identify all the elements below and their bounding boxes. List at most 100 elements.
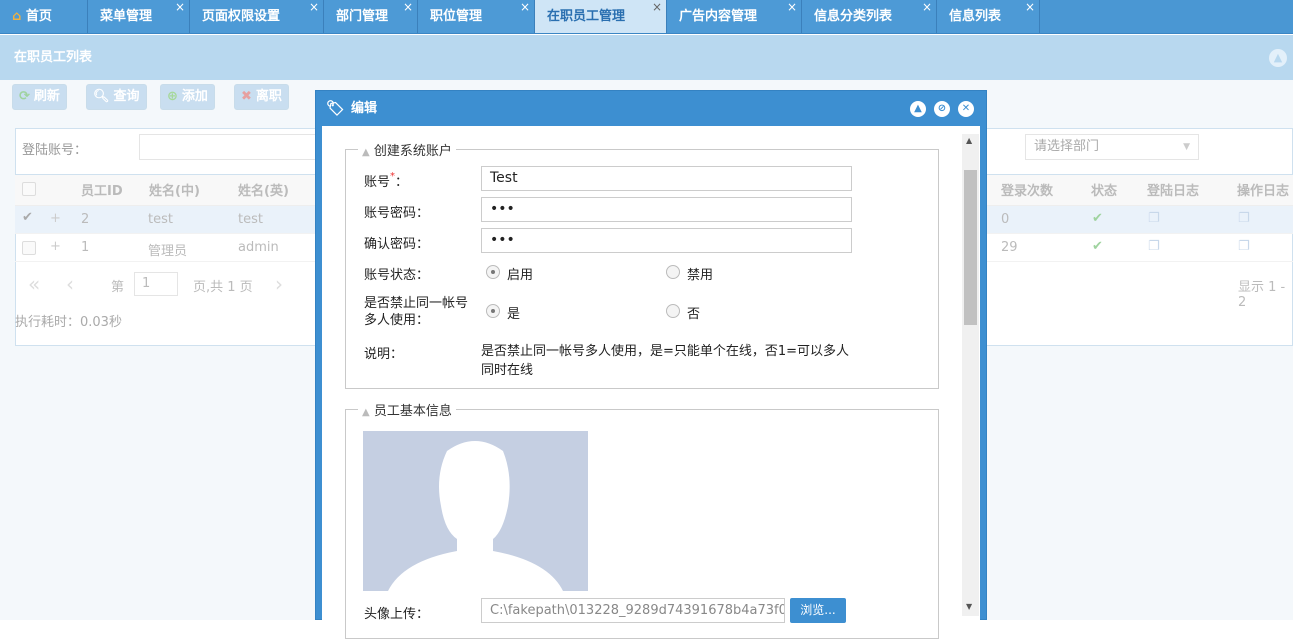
cell-logins: 0: [1001, 212, 1010, 227]
status-enabled-label[interactable]: 启用: [507, 264, 533, 283]
page-total: 页,共 1 页: [193, 280, 253, 295]
status-enabled-radio[interactable]: [486, 265, 500, 279]
operation-log-icon[interactable]: ❐: [1238, 239, 1250, 254]
description-text: 是否禁止同一帐号多人使用，是=只能单个在线，否1=可以多人同时在线: [481, 344, 850, 378]
tab-home[interactable]: ⌂ 首页: [0, 0, 88, 33]
operation-log-icon[interactable]: ❐: [1238, 211, 1250, 226]
display-range: 显示 1 - 2: [1238, 280, 1286, 310]
column-header-name-en[interactable]: 姓名(英): [238, 180, 289, 199]
select-all-checkbox[interactable]: [22, 182, 36, 196]
close-icon[interactable]: ×: [403, 0, 413, 24]
single-login-yes-radio[interactable]: [486, 304, 500, 318]
scrollbar[interactable]: ▲ ▼: [962, 134, 979, 616]
tab-info-list[interactable]: 信息列表 ×: [937, 0, 1040, 33]
department-select[interactable]: 请选择部门 ▼: [1025, 134, 1199, 160]
page-input[interactable]: 1: [134, 272, 178, 296]
tab-departments[interactable]: 部门管理 ×: [324, 0, 418, 33]
close-icon[interactable]: ×: [787, 0, 797, 24]
maximize-icon[interactable]: ⊘: [934, 101, 950, 117]
scrollbar-thumb[interactable]: [964, 170, 977, 325]
row-checkbox[interactable]: [22, 241, 36, 255]
panel-title: 在职员工列表: [0, 35, 1293, 80]
column-header-login-log[interactable]: 登陆日志: [1147, 180, 1199, 199]
search-icon: 🔍︎: [93, 89, 110, 104]
column-header-operation-log[interactable]: 操作日志: [1237, 180, 1289, 199]
page-prefix: 第: [111, 280, 125, 295]
dialog-title: 编辑: [351, 101, 378, 116]
refresh-button[interactable]: ⟳ 刷新: [12, 84, 67, 110]
close-icon[interactable]: ×: [309, 0, 319, 24]
cell-logins: 29: [1001, 240, 1018, 255]
close-icon[interactable]: ×: [652, 0, 662, 24]
tab-ads[interactable]: 广告内容管理 ×: [667, 0, 802, 33]
user-remove-icon: ✖: [241, 89, 252, 104]
status-disabled-radio[interactable]: [666, 265, 680, 279]
close-icon[interactable]: ×: [922, 0, 932, 24]
row-checkbox-checked[interactable]: ✔: [22, 210, 33, 225]
next-page-icon[interactable]: ›: [275, 272, 283, 296]
first-page-icon[interactable]: «: [28, 272, 40, 296]
cell-name-cn: test: [148, 212, 173, 227]
status-disabled-label[interactable]: 禁用: [687, 264, 713, 283]
check-icon: ✔: [1092, 239, 1103, 254]
triangle-up-icon: ▲: [362, 147, 370, 158]
dialog-body: ▲ 创建系统账户 账号*： Test 账号密码： ••• 确认密码： ••• 账…: [322, 126, 980, 639]
resign-button[interactable]: ✖ 离职: [234, 84, 289, 110]
account-filter-label: 登陆账号：: [22, 143, 88, 158]
add-button[interactable]: ⊕ 添加: [160, 84, 215, 110]
close-icon[interactable]: ✕: [958, 101, 974, 117]
fieldset-legend[interactable]: ▲ 创建系统账户: [358, 140, 456, 159]
single-login-no-label[interactable]: 否: [687, 303, 700, 322]
cell-name-en: admin: [238, 240, 279, 255]
browse-button[interactable]: 浏览...: [790, 598, 846, 623]
avatar-file-input[interactable]: C:\fakepath\013228_9289d74391678b4a73f0: [481, 598, 785, 623]
login-log-icon[interactable]: ❐: [1148, 239, 1160, 254]
single-login-label: 是否禁止同一帐号多人使用：: [364, 296, 469, 328]
expand-icon[interactable]: +: [50, 239, 61, 254]
password-label: 账号密码：: [364, 206, 430, 221]
column-header-logins[interactable]: 登录次数: [1001, 180, 1053, 199]
status-label: 账号状态：: [364, 268, 430, 283]
password-input[interactable]: •••: [481, 197, 852, 222]
scroll-down-icon[interactable]: ▼: [966, 602, 972, 611]
description-label: 说明：: [364, 347, 404, 362]
tab-menu[interactable]: 菜单管理 ×: [88, 0, 190, 33]
column-header-id[interactable]: 员工ID: [81, 180, 123, 199]
column-header-name-cn[interactable]: 姓名(中): [149, 180, 200, 199]
avatar-upload-label: 头像上传：: [364, 607, 430, 622]
account-label: 账号*：: [364, 171, 409, 190]
column-header-status[interactable]: 状态: [1091, 180, 1117, 199]
account-input[interactable]: Test: [481, 166, 852, 191]
chevron-down-icon: ▼: [1183, 142, 1190, 152]
tab-bar: ⌂ 首页 菜单管理 × 页面权限设置 × 部门管理 × 职位管理 × 在职员工管理 × 广…: [0, 0, 1293, 34]
close-icon[interactable]: ×: [1025, 0, 1035, 24]
tab-info-categories[interactable]: 信息分类列表 ×: [802, 0, 937, 33]
prev-page-icon[interactable]: ‹: [66, 272, 74, 296]
close-icon[interactable]: ×: [175, 0, 185, 24]
account-filter-input[interactable]: [139, 134, 319, 160]
tab-employees[interactable]: 在职员工管理 ×: [535, 0, 667, 33]
cell-name-cn: 管理员: [148, 244, 188, 259]
home-icon: ⌂: [12, 9, 22, 24]
tab-permissions[interactable]: 页面权限设置 ×: [190, 0, 324, 33]
dialog-header[interactable]: 🏷︎ 编辑: [316, 91, 986, 126]
avatar-placeholder: [363, 431, 588, 591]
check-icon: ✔: [1092, 211, 1103, 226]
cell-name-en: test: [238, 212, 263, 227]
close-icon[interactable]: ×: [520, 0, 530, 24]
single-login-no-radio[interactable]: [666, 304, 680, 318]
refresh-icon: ⟳: [19, 89, 30, 104]
collapse-icon[interactable]: ▲: [1269, 49, 1287, 67]
fieldset-legend[interactable]: ▲ 员工基本信息: [358, 400, 456, 419]
tag-icon: 🏷︎: [326, 99, 346, 117]
triangle-up-icon: ▲: [362, 407, 370, 418]
login-log-icon[interactable]: ❐: [1148, 211, 1160, 226]
cell-id: 1: [81, 240, 90, 255]
tab-positions[interactable]: 职位管理 ×: [418, 0, 535, 33]
single-login-yes-label[interactable]: 是: [507, 303, 520, 322]
search-button[interactable]: 🔍︎ 查询: [86, 84, 147, 110]
expand-icon[interactable]: +: [50, 211, 61, 226]
confirm-password-input[interactable]: •••: [481, 228, 852, 253]
collapse-icon[interactable]: ▲: [910, 101, 926, 117]
scroll-up-icon[interactable]: ▲: [966, 136, 972, 145]
